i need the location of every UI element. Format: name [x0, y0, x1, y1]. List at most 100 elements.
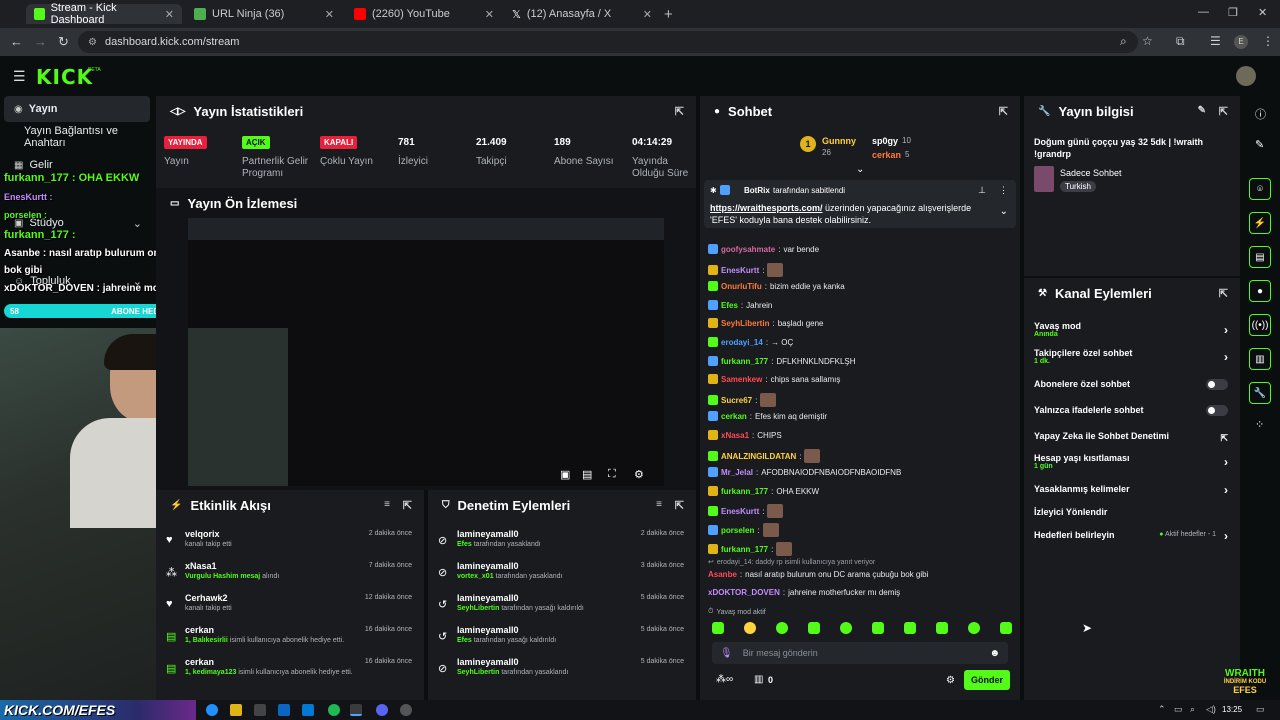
chat-widget-button[interactable]: ● — [1249, 280, 1271, 302]
new-tab-icon[interactable]: + — [664, 6, 673, 23]
action-account-age[interactable]: Hesap yaşı kısıtlaması 1 gün › — [1034, 453, 1230, 475]
close-tab-icon[interactable]: ✕ — [325, 8, 334, 21]
extensions-icon[interactable]: ⧉ — [1176, 34, 1185, 49]
emoji-picker-icon[interactable]: ☻ — [989, 648, 1000, 659]
more-icon[interactable]: ⋮ — [999, 185, 1008, 196]
top-gifter-name[interactable]: cerkan — [872, 150, 901, 160]
top-gifter-name[interactable]: Gunnny — [822, 136, 856, 146]
browser-menu-icon[interactable]: ⋮ — [1262, 34, 1274, 48]
explorer-icon[interactable] — [230, 704, 242, 716]
chat-username[interactable]: Asanbe — [708, 570, 737, 579]
tab-youtube[interactable]: (2260) YouTube ✕ — [346, 4, 502, 24]
activity-user[interactable]: xNasa1 — [185, 561, 217, 571]
edit-pencil-icon[interactable]: ✎ — [1198, 105, 1206, 116]
tab-kick-dashboard[interactable]: Stream - Kick Dashboard ✕ — [26, 2, 182, 26]
discord-icon[interactable] — [376, 704, 388, 716]
action-goals[interactable]: Hedefleri belirleyin ● Aktif hedefler - … — [1034, 529, 1230, 544]
kick-logo[interactable]: KICK — [36, 65, 93, 89]
pip-icon[interactable]: ▤ — [582, 468, 592, 481]
unpin-icon[interactable]: ⊥ — [978, 185, 986, 196]
chat-settings-icon[interactable]: ⚙ — [946, 675, 955, 686]
store-icon[interactable] — [254, 704, 266, 716]
network-icon[interactable]: ▭ — [1174, 704, 1183, 715]
back-icon[interactable]: ← — [10, 34, 23, 49]
chat-username[interactable]: ANALZINGILDATAN — [721, 452, 796, 461]
activity-user[interactable]: cerkan — [185, 657, 214, 667]
reading-list-icon[interactable]: ☰ — [1210, 34, 1221, 48]
minimize-icon[interactable]: — — [1198, 6, 1209, 18]
chat-username[interactable]: furkann_177 — [721, 545, 768, 554]
chat-username[interactable]: erodayi_14 — [721, 338, 763, 347]
filter-icon[interactable]: ≡ — [384, 499, 390, 510]
sidebar-item-stream-key[interactable]: Yayın Bağlantısı ve Anahtarı — [4, 124, 150, 150]
action-slow-mode[interactable]: Yavaş mod Anında › — [1034, 321, 1230, 343]
popout-icon[interactable]: ⇱ — [1219, 287, 1228, 300]
edge-icon[interactable] — [206, 704, 218, 716]
obs-icon[interactable] — [400, 704, 412, 716]
chat-username[interactable]: goofysahmate — [721, 245, 775, 254]
settings-gear-icon[interactable]: ⚙ — [634, 468, 644, 481]
collapse-chevron-icon[interactable]: ⌄ — [1000, 206, 1008, 217]
popout-icon[interactable]: ⇱ — [675, 499, 684, 512]
activity-widget-button[interactable]: ⚡ — [1249, 212, 1271, 234]
emotes-only-toggle[interactable] — [1206, 405, 1228, 416]
chat-username[interactable]: furkann_177 — [721, 487, 768, 496]
stats-widget-button[interactable]: ▤ — [1249, 246, 1271, 268]
activity-user[interactable]: velqorix — [185, 529, 220, 539]
moderation-widget-button[interactable]: ▥ — [1249, 348, 1271, 370]
action-followers-only[interactable]: Takipçilere özel sohbet 1 dk. › — [1034, 348, 1230, 370]
close-window-icon[interactable]: ✕ — [1258, 6, 1267, 19]
chat-username[interactable]: xDOKTOR_DOVEN — [708, 588, 780, 597]
chat-username[interactable]: Mr_Jelal — [721, 468, 753, 477]
tray-chevron-icon[interactable]: ⌃ — [1158, 704, 1166, 715]
spotify-icon[interactable] — [328, 704, 340, 716]
chat-username[interactable]: OnurluTifu — [721, 282, 762, 291]
volume-icon[interactable]: ◁) — [1206, 704, 1216, 715]
moderation-user[interactable]: lamineyamall0 — [457, 593, 519, 603]
chat-username[interactable]: Efes — [721, 301, 738, 310]
action-ai-moderation[interactable]: Yapay Zeka ile Sohbet Denetimi ⇱ — [1034, 431, 1230, 445]
pinned-by-user[interactable]: BotRix — [744, 186, 770, 195]
tools-widget-button[interactable]: 🔧 — [1249, 382, 1271, 404]
top-gifter-name[interactable]: sp0gy — [872, 136, 898, 146]
menu-hamburger-icon[interactable]: ☰ — [13, 68, 26, 85]
emote-icon[interactable] — [1000, 622, 1012, 634]
close-tab-icon[interactable]: ✕ — [485, 8, 494, 21]
reload-icon[interactable]: ↻ — [58, 34, 69, 50]
forward-icon[interactable]: → — [34, 34, 47, 49]
moderation-user[interactable]: lamineyamall0 — [457, 625, 519, 635]
expand-chevron-icon[interactable]: ⌄ — [856, 164, 864, 175]
info-icon[interactable]: ⓘ — [1255, 106, 1266, 122]
tab-x[interactable]: 𝕏 (12) Anasayfa / X ✕ — [504, 4, 660, 24]
close-tab-icon[interactable]: ✕ — [643, 8, 652, 21]
maximize-icon[interactable]: ❐ — [1228, 6, 1238, 19]
emote-icon[interactable] — [712, 622, 724, 634]
mic-tray-icon[interactable]: ⌕ — [1190, 704, 1195, 715]
emote-icon[interactable] — [904, 622, 916, 634]
category-name[interactable]: Sadece Sohbet — [1060, 168, 1122, 178]
pinned-link[interactable]: https://wraithesports.com/ — [710, 203, 823, 213]
mail-icon[interactable] — [278, 704, 290, 716]
popout-icon[interactable]: ⇱ — [999, 105, 1008, 118]
chat-username[interactable]: porselen — [721, 526, 754, 535]
chrome-icon[interactable] — [350, 704, 362, 716]
outlook-icon[interactable] — [302, 704, 314, 716]
edit-icon[interactable]: ✎ — [1255, 138, 1264, 151]
activity-user[interactable]: Cerhawk2 — [185, 593, 228, 603]
moderation-user[interactable]: lamineyamall0 — [457, 561, 519, 571]
popout-icon[interactable]: ⇱ — [675, 105, 684, 118]
user-avatar[interactable] — [1236, 66, 1256, 86]
zoom-icon[interactable]: ⌕ — [1120, 34, 1127, 49]
chat-username[interactable]: EnesKurtt — [721, 266, 759, 275]
subs-only-toggle[interactable] — [1206, 379, 1228, 390]
chat-input[interactable]: 🎙 Bir mesaj gönderin ☻ — [712, 642, 1008, 664]
action-banned-words[interactable]: Yasaklanmış kelimeler › — [1034, 483, 1230, 498]
emote-icon[interactable] — [968, 622, 980, 634]
sidebar-item-yayin[interactable]: ◉ Yayın — [4, 96, 150, 122]
popout-icon[interactable]: ⇱ — [1219, 105, 1228, 118]
moderation-user[interactable]: lamineyamall0 — [457, 529, 519, 539]
theater-mode-icon[interactable]: ▣ — [560, 468, 570, 481]
broadcast-widget-button[interactable]: ((•)) — [1249, 314, 1271, 336]
chat-username[interactable]: Sucre67 — [721, 396, 752, 405]
popout-icon[interactable]: ⇱ — [403, 499, 412, 512]
